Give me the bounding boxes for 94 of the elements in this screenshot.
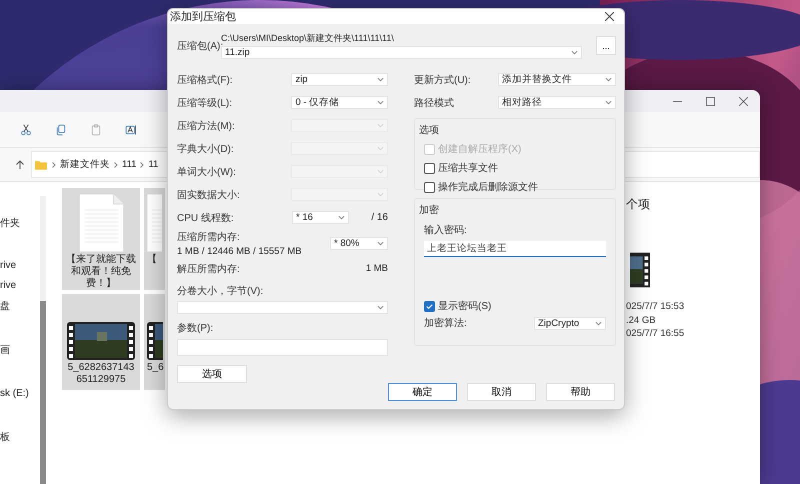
thread-count: / 16: [371, 212, 388, 223]
video-thumbnail-icon: [630, 252, 650, 288]
chevron-icon: [377, 240, 384, 246]
memory-usage: 1 MB / 12446 MB / 15557 MB: [177, 246, 302, 256]
field-label: 压缩所需内存:: [177, 230, 241, 244]
item-count: 个项: [626, 196, 650, 213]
file-tile[interactable]: 5_6282637143651129975: [62, 294, 140, 390]
dropdown[interactable]: zip: [291, 73, 388, 86]
breadcrumb-item[interactable]: 111: [122, 159, 136, 170]
nav-item[interactable]: rive: [0, 260, 40, 272]
dialog-button[interactable]: 取消: [467, 383, 536, 401]
rename-icon[interactable]: [125, 124, 137, 136]
document-icon: [78, 194, 124, 252]
video-thumbnail-icon: [147, 322, 163, 360]
dropdown[interactable]: 相对路径: [498, 96, 616, 109]
nav-item[interactable]: 画: [0, 345, 40, 357]
file-name: 5_6: [147, 362, 164, 374]
dialog-title: 添加到压缩包: [170, 10, 236, 24]
chevron-icon: [595, 320, 602, 326]
checkbox[interactable]: 显示密码(S): [424, 299, 606, 313]
chevron-icon: [605, 100, 612, 105]
group-title: 选项: [419, 124, 440, 137]
breadcrumb-item[interactable]: 新建文件夹: [60, 158, 110, 171]
scrollbar[interactable]: [40, 196, 46, 484]
dialog-button[interactable]: 帮助: [546, 383, 615, 401]
checkbox[interactable]: 操作完成后删除源文件: [424, 180, 606, 194]
detail-text: 025/7/7 16:55: [626, 327, 684, 340]
field-label: 参数(P):: [177, 322, 214, 335]
field-label: 解压所需内存:: [177, 262, 241, 276]
browse-button[interactable]: ...: [596, 36, 616, 55]
field-label: 单词大小(W):: [177, 166, 237, 178]
archive-path: C:\Users\MI\Desktop\新建文件夹\111\11\11\: [221, 32, 395, 43]
field-label: 加密算法:: [424, 316, 467, 330]
video-thumbnail-icon: [67, 322, 135, 360]
dropdown[interactable]: * 16: [292, 211, 349, 224]
dropdown[interactable]: ZipCrypto: [534, 316, 606, 330]
chevron-icon: [114, 162, 118, 168]
file-tile[interactable]: 5_6: [144, 294, 165, 390]
memory-value: 1 MB: [366, 263, 388, 274]
field-label: 分卷大小，字节(V):: [177, 284, 264, 298]
nav-item[interactable]: sk (E:): [0, 388, 40, 400]
chevron-icon: [605, 77, 612, 82]
field-label: 压缩等级(L):: [177, 96, 233, 110]
password-field[interactable]: 上老王论坛当老王: [424, 241, 606, 257]
detail-text: .24 GB: [626, 314, 656, 327]
breadcrumb-item[interactable]: 11: [148, 159, 158, 170]
chevron-icon: [571, 50, 578, 55]
chevron-icon: [338, 215, 345, 220]
detail-text: 025/7/7 15:53: [626, 300, 684, 314]
checkmark-icon: [425, 302, 434, 310]
dropdown[interactable]: * 80%: [330, 236, 388, 250]
file-name: 【来了就能下载和观看！纯免费！】: [65, 254, 137, 290]
chevron-icon: [377, 123, 384, 128]
copy-icon[interactable]: [55, 124, 67, 136]
dropdown[interactable]: 0 - 仅存储: [291, 96, 388, 109]
close-icon[interactable]: [605, 12, 614, 21]
nav-item[interactable]: 盘: [0, 301, 40, 313]
chevron-icon: [140, 162, 144, 168]
field-label: 更新方式(U):: [414, 74, 471, 86]
dialog-button[interactable]: 确定: [388, 383, 457, 401]
field-label: 压缩格式(F):: [177, 74, 234, 86]
up-arrow-icon[interactable]: [15, 160, 25, 170]
chevron-icon: [377, 146, 384, 151]
field-label: CPU 线程数:: [177, 212, 235, 224]
field-label: 固实数据大小:: [177, 188, 241, 202]
chevron-icon: [377, 77, 384, 82]
checkbox[interactable]: 压缩共享文件: [424, 161, 606, 175]
field-label: 输入密码:: [424, 224, 468, 237]
group-title: 加密: [419, 204, 440, 217]
chevron-icon: [377, 305, 384, 310]
chevron-icon: [377, 100, 384, 105]
file-tile[interactable]: 【: [144, 188, 165, 290]
file-name: 5_6282637143651129975: [66, 362, 136, 386]
nav-item[interactable]: rive: [0, 280, 40, 292]
file-tile[interactable]: 【来了就能下载和观看！纯免费！】: [62, 188, 140, 290]
file-name: 【: [147, 254, 157, 266]
input-field[interactable]: [177, 339, 388, 356]
scissors-icon[interactable]: [20, 124, 32, 136]
nav-item[interactable]: 件夹: [0, 218, 40, 230]
field-label: 压缩方法(M):: [177, 120, 236, 132]
folder-icon: [35, 160, 47, 170]
field-label: 压缩包(A):: [177, 40, 221, 52]
document-icon: [147, 194, 162, 252]
field-label: 路径模式: [414, 96, 454, 110]
chevron-icon: [377, 169, 384, 174]
dropdown[interactable]: 11.zip: [221, 46, 582, 59]
maximize-icon[interactable]: [706, 96, 715, 106]
chevron-icon: [377, 192, 384, 197]
options-button[interactable]: 选项: [177, 365, 247, 383]
close-icon[interactable]: [739, 96, 748, 106]
dropdown[interactable]: 添加并替换文件: [498, 73, 616, 86]
field-label: 字典大小(D):: [177, 142, 235, 156]
nav-item[interactable]: 板: [0, 432, 40, 444]
chevron-icon: [52, 162, 56, 168]
